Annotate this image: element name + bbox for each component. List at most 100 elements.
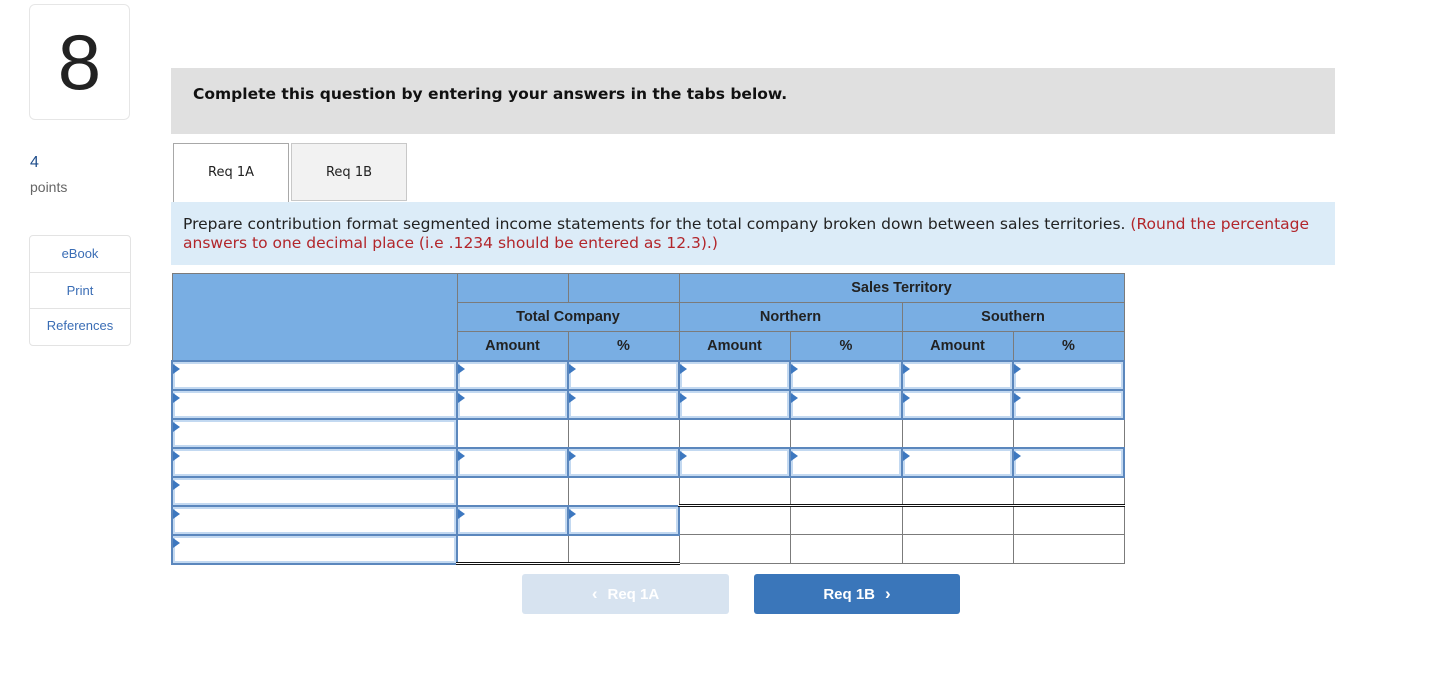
total-amount-cell[interactable] xyxy=(456,388,569,420)
southern-percent-cell[interactable] xyxy=(1012,388,1125,420)
row-label-dropdown[interactable] xyxy=(171,359,458,391)
northern-percent-input[interactable] xyxy=(793,392,899,416)
southern-percent-cell xyxy=(1012,505,1125,535)
northern-amount-cell[interactable] xyxy=(678,388,791,420)
row-label-input[interactable] xyxy=(175,363,454,387)
southern-percent-cell[interactable] xyxy=(1012,359,1125,391)
dropdown-flag-icon xyxy=(458,392,465,403)
total-amount-input[interactable] xyxy=(460,508,565,532)
northern-amount-cell[interactable] xyxy=(678,359,791,391)
header-spacer xyxy=(456,273,569,303)
northern-percent-input[interactable] xyxy=(793,450,899,474)
dropdown-flag-icon xyxy=(173,392,180,403)
table-row xyxy=(171,417,1125,449)
total-amount-cell xyxy=(456,417,569,448)
instructions-panel: Prepare contribution format segmented in… xyxy=(171,202,1335,265)
next-req-label: Req 1B xyxy=(823,585,875,603)
total-percent-cell[interactable] xyxy=(567,388,680,420)
southern-percent-input[interactable] xyxy=(1016,392,1121,416)
northern-amount-input[interactable] xyxy=(682,392,787,416)
row-label-input[interactable] xyxy=(175,421,454,445)
northern-percent-cell xyxy=(789,417,903,448)
col-header-amount: Amount xyxy=(456,331,569,361)
southern-amount-cell xyxy=(901,534,1014,564)
southern-amount-input[interactable] xyxy=(905,450,1010,474)
table-row xyxy=(171,359,1125,391)
side-links: eBook Print References xyxy=(29,235,131,346)
row-label-dropdown[interactable] xyxy=(171,504,458,536)
southern-amount-input[interactable] xyxy=(905,392,1010,416)
prev-req-button[interactable]: ‹ Req 1A xyxy=(522,574,729,614)
dropdown-flag-icon xyxy=(1014,450,1021,461)
tab-req-1a[interactable]: Req 1A xyxy=(173,143,289,203)
instructions-text: Prepare contribution format segmented in… xyxy=(183,215,1131,233)
total-company-header: Total Company xyxy=(456,302,680,332)
total-percent-input[interactable] xyxy=(571,392,676,416)
label-column-header xyxy=(171,273,458,361)
southern-percent-input[interactable] xyxy=(1016,450,1121,474)
northern-amount-input[interactable] xyxy=(682,450,787,474)
dropdown-flag-icon xyxy=(680,450,687,461)
southern-amount-input[interactable] xyxy=(905,363,1010,387)
northern-percent-input[interactable] xyxy=(793,363,899,387)
row-label-dropdown[interactable] xyxy=(171,446,458,478)
total-percent-input[interactable] xyxy=(571,450,676,474)
total-percent-cell[interactable] xyxy=(567,504,680,536)
total-amount-cell xyxy=(456,475,569,506)
next-req-button[interactable]: Req 1B › xyxy=(754,574,960,614)
total-amount-cell[interactable] xyxy=(456,504,569,536)
row-label-dropdown[interactable] xyxy=(171,417,458,449)
total-percent-input[interactable] xyxy=(571,508,676,532)
table-row xyxy=(171,446,1125,478)
total-amount-input[interactable] xyxy=(460,450,565,474)
tab-req-1b[interactable]: Req 1B xyxy=(291,143,407,201)
row-label-input[interactable] xyxy=(175,479,454,503)
total-percent-input[interactable] xyxy=(571,363,676,387)
tab-bar: Req 1A Req 1B xyxy=(171,143,1335,203)
dropdown-flag-icon xyxy=(903,450,910,461)
print-link[interactable]: Print xyxy=(30,273,130,309)
northern-percent-cell[interactable] xyxy=(789,446,903,478)
dropdown-flag-icon xyxy=(680,363,687,374)
dropdown-flag-icon xyxy=(173,508,180,519)
table-row xyxy=(171,504,1125,536)
northern-header: Northern xyxy=(678,302,903,332)
col-header-amount: Amount xyxy=(901,331,1014,361)
row-label-input[interactable] xyxy=(175,508,454,532)
dropdown-flag-icon xyxy=(680,392,687,403)
dropdown-flag-icon xyxy=(458,363,465,374)
row-label-input[interactable] xyxy=(175,450,454,474)
northern-percent-cell[interactable] xyxy=(789,388,903,420)
row-label-dropdown[interactable] xyxy=(171,388,458,420)
southern-percent-cell[interactable] xyxy=(1012,446,1125,478)
southern-amount-cell[interactable] xyxy=(901,446,1014,478)
row-label-input[interactable] xyxy=(175,537,454,561)
total-amount-cell[interactable] xyxy=(456,359,569,391)
southern-amount-cell[interactable] xyxy=(901,359,1014,391)
question-number: 8 xyxy=(29,4,130,120)
instruction-banner: Complete this question by entering your … xyxy=(171,68,1335,134)
total-percent-cell xyxy=(567,533,680,565)
northern-percent-cell[interactable] xyxy=(789,359,903,391)
total-percent-cell[interactable] xyxy=(567,446,680,478)
southern-percent-cell xyxy=(1012,534,1125,564)
southern-percent-input[interactable] xyxy=(1016,363,1121,387)
ebook-link[interactable]: eBook xyxy=(30,236,130,273)
southern-amount-cell xyxy=(901,475,1014,507)
total-percent-cell[interactable] xyxy=(567,359,680,391)
table-row xyxy=(171,533,1125,565)
row-label-input[interactable] xyxy=(175,392,454,416)
references-link[interactable]: References xyxy=(30,309,130,345)
total-amount-input[interactable] xyxy=(460,392,565,416)
northern-amount-cell[interactable] xyxy=(678,446,791,478)
col-header-percent: % xyxy=(567,331,680,361)
total-amount-cell[interactable] xyxy=(456,446,569,478)
banner-text: Complete this question by entering your … xyxy=(193,85,788,103)
total-percent-cell xyxy=(567,417,680,448)
northern-amount-input[interactable] xyxy=(682,363,787,387)
southern-amount-cell[interactable] xyxy=(901,388,1014,420)
row-label-dropdown[interactable] xyxy=(171,475,458,507)
total-amount-input[interactable] xyxy=(460,363,565,387)
row-label-dropdown[interactable] xyxy=(171,533,458,565)
southern-percent-cell xyxy=(1012,417,1125,448)
